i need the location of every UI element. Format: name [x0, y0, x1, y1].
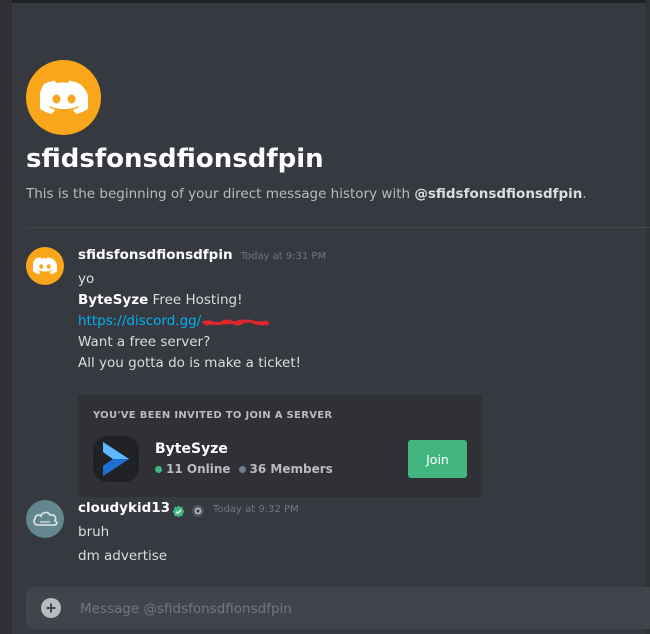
message-header: cloudykid13 Today at 9:32 PM [78, 500, 638, 522]
dm-header [26, 60, 101, 135]
nitro-icon [191, 504, 205, 518]
cloud-avatar-icon [33, 511, 58, 526]
server-invite-card: YOU'VE BEEN INVITED TO JOIN A SERVER Byt… [78, 395, 482, 497]
top-border [0, 0, 650, 3]
discord-logo-icon [33, 257, 57, 274]
message-line: ByteSyze Free Hosting! [78, 290, 638, 311]
subtitle-suffix: . [582, 186, 587, 202]
join-button[interactable]: Join [408, 440, 467, 478]
server-icon[interactable] [93, 436, 139, 482]
username[interactable]: sfidsfonsdfionsdfpin [78, 247, 233, 263]
message-line: bruh [78, 524, 110, 540]
username[interactable]: cloudykid13 [78, 500, 170, 516]
add-icon [46, 603, 56, 613]
timestamp: Today at 9:31 PM [240, 251, 327, 262]
online-dot-icon [155, 465, 162, 473]
members-dot-icon [238, 465, 246, 473]
message-line: Want a free server? [78, 334, 211, 350]
message-body: sfidsfonsdfionsdfpin Today at 9:31 PM yo… [78, 247, 638, 374]
message-composer [26, 587, 650, 629]
subtitle-prefix: This is the beginning of your direct mes… [26, 186, 415, 202]
subtitle-handle[interactable]: @sfidsfonsdfionsdfpin [414, 186, 582, 202]
bold-text: ByteSyze [78, 292, 149, 308]
recipient-large-avatar [26, 60, 101, 135]
dm-title: sfidsfonsdfionsdfpin [26, 144, 324, 174]
message-input[interactable] [78, 597, 622, 621]
discord-logo-icon [39, 80, 88, 114]
verified-icon [172, 505, 185, 518]
message-line: yo [78, 271, 95, 287]
member-count: 36 Members [249, 462, 333, 476]
timestamp: Today at 9:32 PM [213, 504, 299, 515]
avatar[interactable] [26, 500, 64, 538]
message-line: All you gotta do is make a ticket! [78, 355, 302, 371]
divider [26, 227, 650, 228]
invite-link[interactable]: https://discord.gg/ [78, 313, 201, 329]
online-count: 11 Online [166, 462, 231, 476]
server-stats: 11 Online 36 Members [155, 462, 333, 476]
sidebar-edge [0, 0, 12, 634]
invite-label: YOU'VE BEEN INVITED TO JOIN A SERVER [93, 410, 333, 421]
bytesyze-logo-icon [103, 442, 129, 476]
message-line: https://discord.gg/ [78, 311, 638, 332]
message-text: Free Hosting! [148, 292, 243, 308]
message-line: dm advertise [78, 548, 168, 564]
dm-subtitle: This is the beginning of your direct mes… [26, 186, 587, 202]
scrollbar[interactable] [646, 0, 650, 634]
message-header: sfidsfonsdfionsdfpin Today at 9:31 PM [78, 247, 638, 269]
server-name: ByteSyze [155, 441, 228, 457]
add-attachment-button[interactable] [41, 598, 61, 618]
message-body: cloudykid13 Today at 9:32 PM bruh dm adv… [78, 500, 638, 567]
redaction-scribble [201, 315, 271, 327]
avatar[interactable] [26, 247, 64, 285]
